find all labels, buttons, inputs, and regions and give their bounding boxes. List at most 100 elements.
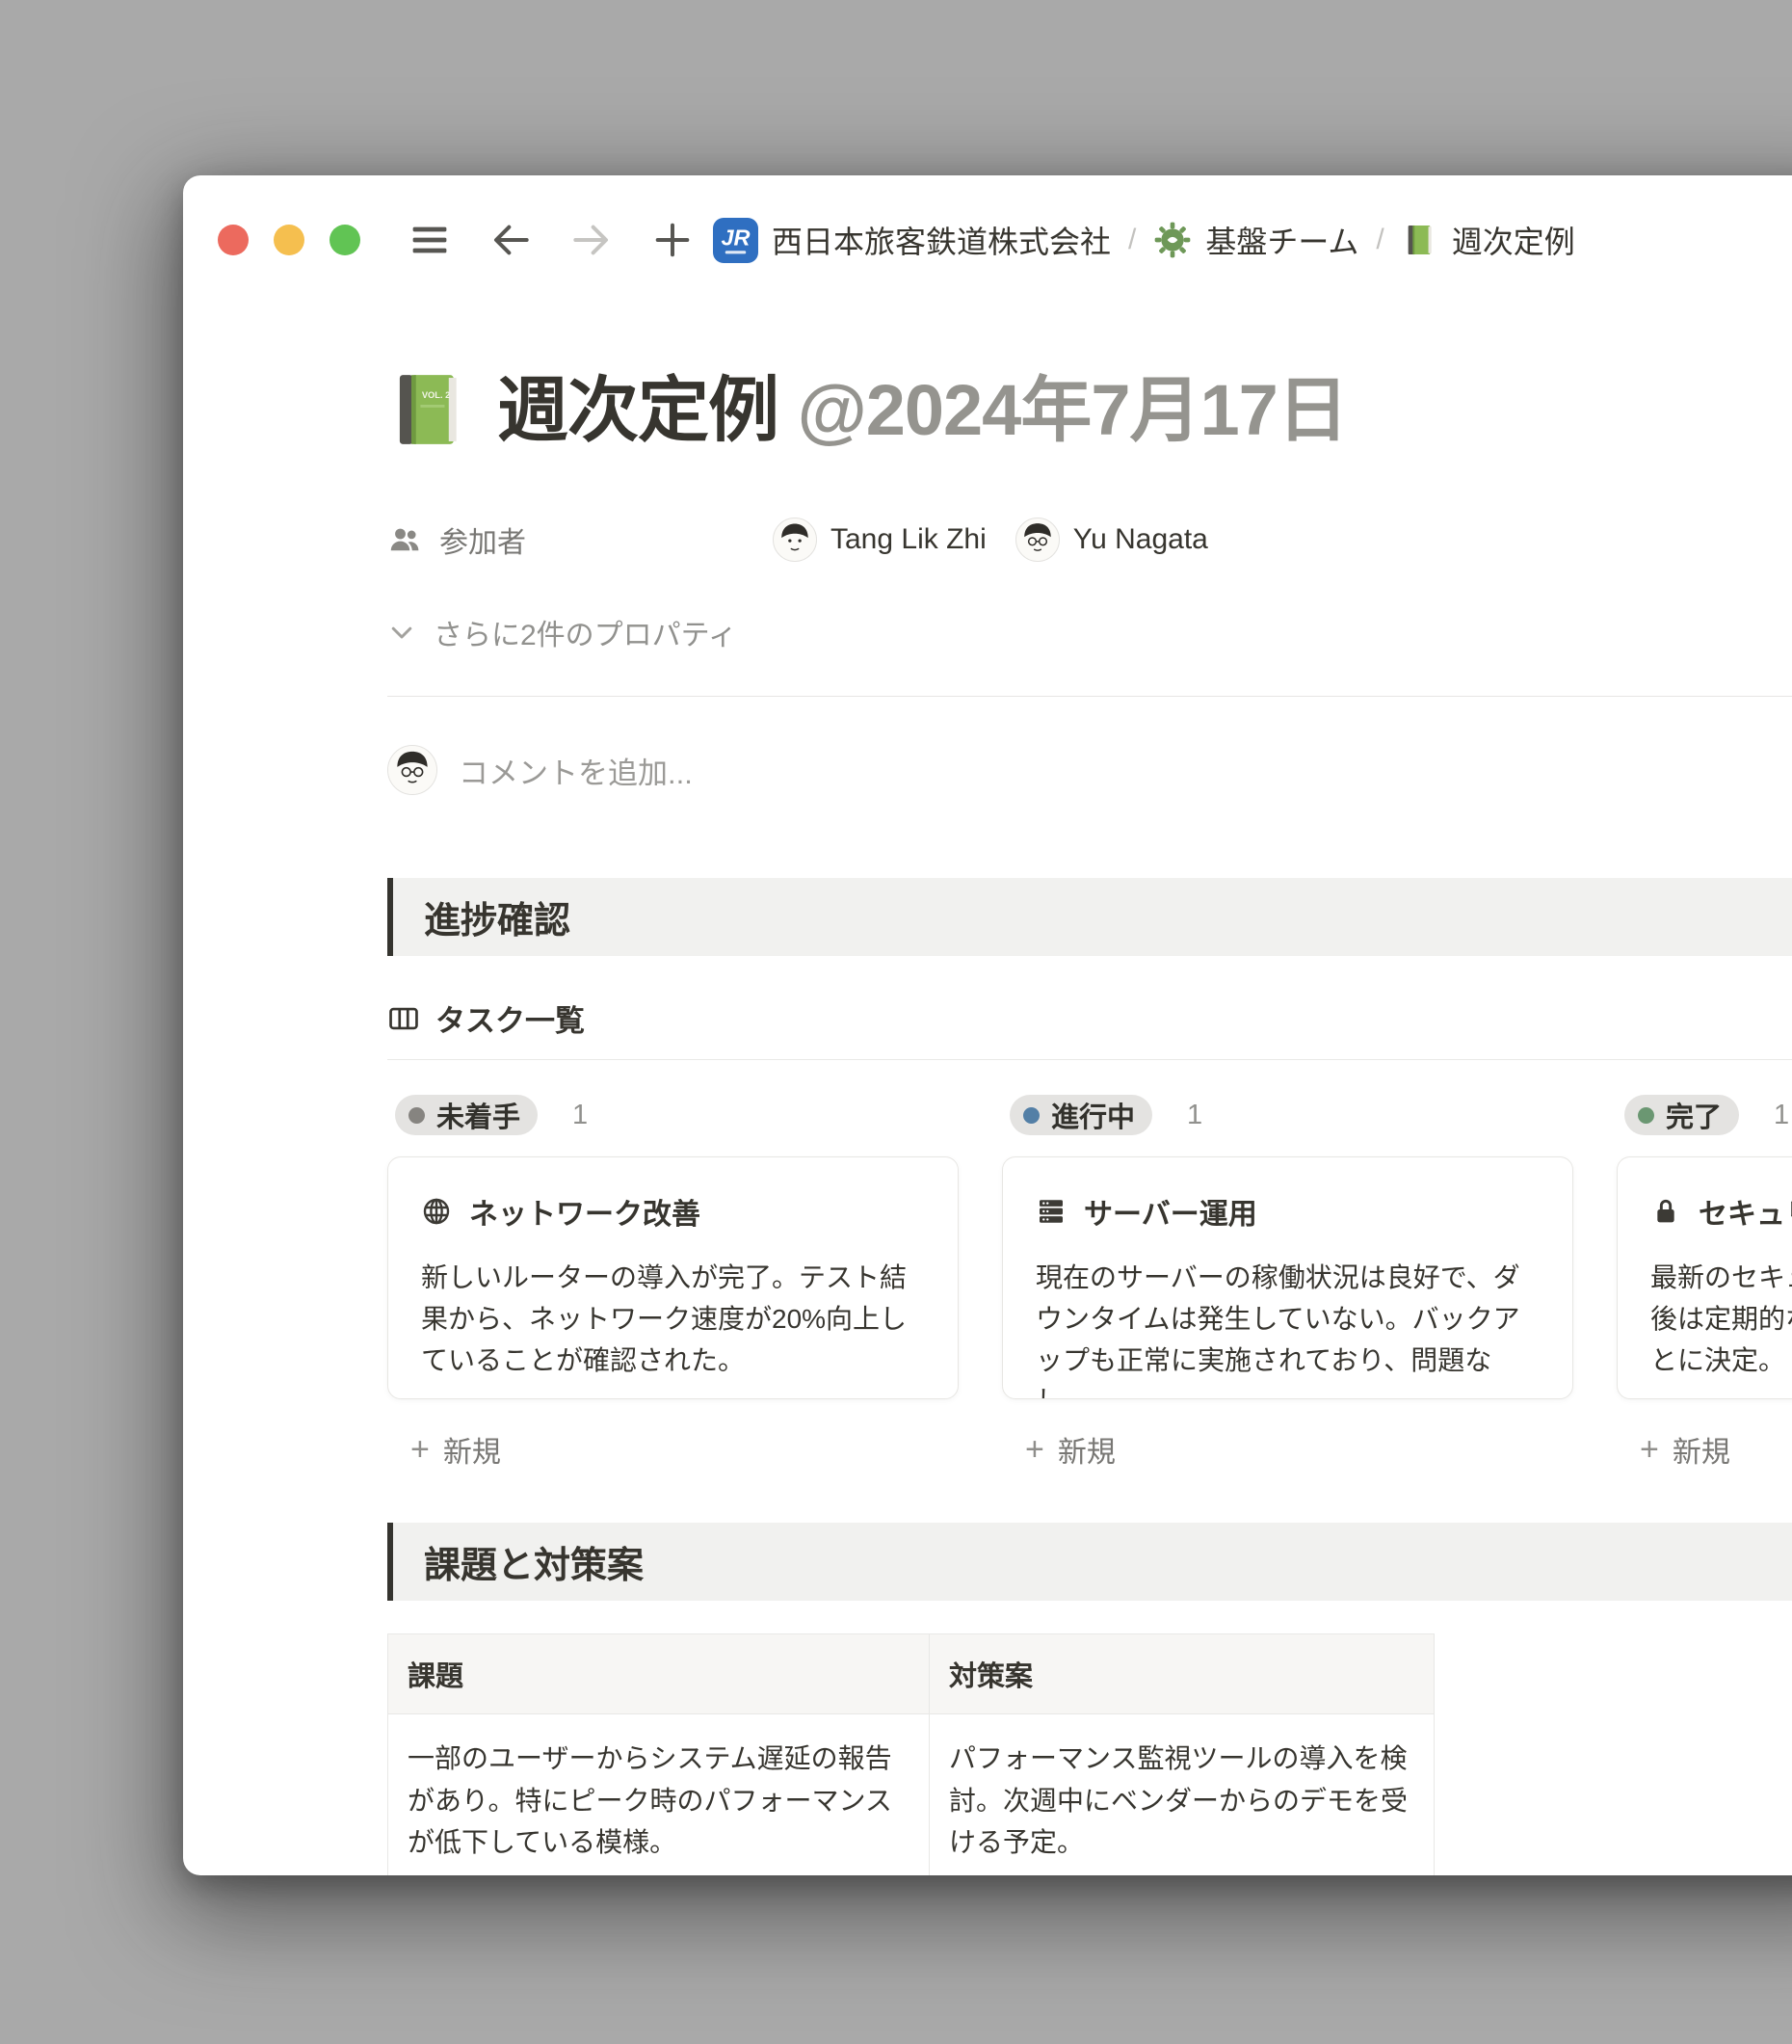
table-cell-issue[interactable]: 一部のユーザーからシステム遅延の報告があり。特にピーク時のパフォーマンスが低下し…	[388, 1714, 930, 1876]
participant-chip[interactable]: Tang Lik Zhi	[773, 518, 987, 562]
plus-icon: +	[1025, 1433, 1044, 1466]
task-card-body: 現在のサーバーの稼働状況は良好で、ダウンタイムは発生していない。バックアップも正…	[1036, 1258, 1540, 1399]
plus-icon: +	[1640, 1433, 1659, 1466]
window-toolbar: JR 西日本旅客鉄道株式会社 /	[183, 175, 1792, 262]
board-column-not-started: 未着手 1 ネットワーク改善 新しいルーターの導入が完了。テスト結果から、ネット…	[387, 1095, 959, 1471]
participants-label-text: 参加者	[439, 518, 526, 561]
task-card[interactable]: ネットワーク改善 新しいルーターの導入が完了。テスト結果から、ネットワーク速度が…	[387, 1156, 959, 1399]
page-title-date-mention[interactable]: @2024年7月17日	[798, 370, 1348, 450]
more-properties-toggle[interactable]: さらに2件のプロパティ	[387, 611, 1792, 653]
page-title[interactable]: 週次定例 @2024年7月17日	[497, 371, 1348, 451]
people-icon	[387, 522, 422, 557]
page-title-text: 週次定例	[497, 370, 778, 450]
status-pill-done[interactable]: 完了	[1624, 1095, 1739, 1135]
jr-logo-icon: JR	[713, 218, 758, 263]
new-card-button[interactable]: + 新規	[387, 1428, 959, 1471]
status-dot	[1023, 1107, 1040, 1124]
breadcrumb-team-label: 基盤チーム	[1205, 218, 1358, 262]
participant-name: Yu Nagata	[1073, 523, 1208, 556]
green-book-icon	[1402, 222, 1438, 258]
column-count: 1	[1774, 1100, 1789, 1131]
task-card[interactable]: セキュリ 最新のセキュ 後は定期的な とに決定。	[1617, 1156, 1792, 1399]
avatar	[1015, 518, 1060, 562]
table-row: 一部のユーザーからシステム遅延の報告があり。特にピーク時のパフォーマンスが低下し…	[388, 1714, 1435, 1876]
page-title-row: VOL. 2 週次定例 @2024年7月17日	[387, 368, 1792, 451]
table-header-row: 課題 対策案	[388, 1634, 1435, 1714]
add-comment-row[interactable]: コメントを追加...	[387, 745, 1792, 795]
globe-icon	[421, 1196, 452, 1227]
status-label: 未着手	[436, 1095, 520, 1135]
breadcrumb-workspace[interactable]: JR 西日本旅客鉄道株式会社	[713, 218, 1111, 263]
properties-divider	[387, 696, 1792, 697]
task-card[interactable]: サーバー運用 現在のサーバーの稼働状況は良好で、ダウンタイムは発生していない。バ…	[1002, 1156, 1573, 1399]
participant-name: Tang Lik Zhi	[830, 523, 987, 556]
board-column-in-progress: 進行中 1	[1002, 1095, 1573, 1471]
lock-icon	[1650, 1196, 1681, 1227]
section-heading-issues: 課題と対策案	[387, 1523, 1792, 1601]
new-card-label: 新規	[1673, 1428, 1730, 1471]
issues-table: 課題 対策案 一部のユーザーからシステム遅延の報告があり。特にピーク時のパフォー…	[387, 1633, 1435, 1875]
database-title: タスク一覧	[435, 996, 585, 1040]
new-card-label: 新規	[1058, 1428, 1116, 1471]
sidebar-menu-icon[interactable]	[410, 221, 449, 259]
table-header-solution[interactable]: 対策案	[930, 1634, 1435, 1714]
desktop-background: { "colors": { "traffic_red": "#ec6a5e", …	[0, 0, 1792, 2044]
table-header-issue[interactable]: 課題	[388, 1634, 930, 1714]
column-count: 1	[1187, 1100, 1202, 1131]
svg-text:VOL. 2: VOL. 2	[422, 390, 450, 400]
breadcrumb-page-label: 週次定例	[1452, 218, 1575, 262]
participants-property-label[interactable]: 参加者	[387, 518, 676, 561]
add-comment-placeholder: コメントを追加...	[459, 749, 693, 792]
gear-icon	[1153, 221, 1192, 259]
task-card-title: ネットワーク改善	[469, 1190, 700, 1233]
column-count: 1	[572, 1100, 588, 1131]
kanban-board: 未着手 1 ネットワーク改善 新しいルーターの導入が完了。テスト結果から、ネット…	[387, 1095, 1792, 1471]
database-title-row[interactable]: タスク一覧	[387, 996, 1792, 1040]
minimize-window-button[interactable]	[274, 225, 304, 255]
jr-logo-text: JR	[721, 225, 750, 250]
database-divider	[387, 1059, 1792, 1060]
server-icon	[1036, 1196, 1067, 1227]
breadcrumb-team[interactable]: 基盤チーム	[1153, 218, 1358, 262]
more-properties-label: さらに2件のプロパティ	[434, 611, 737, 653]
close-window-button[interactable]	[218, 225, 249, 255]
new-card-label: 新規	[443, 1428, 501, 1471]
zoom-window-button[interactable]	[329, 225, 360, 255]
status-pill-not-started[interactable]: 未着手	[395, 1095, 538, 1135]
breadcrumb-separator: /	[1128, 224, 1136, 256]
back-arrow-icon[interactable]	[491, 221, 530, 259]
task-card-body-line: 最新のセキュ	[1650, 1258, 1792, 1299]
participants-property-row: 参加者 Tang Lik Zhi	[387, 517, 1792, 563]
traffic-lights	[218, 225, 360, 255]
breadcrumb-separator: /	[1376, 224, 1384, 256]
new-card-button[interactable]: + 新規	[1002, 1428, 1573, 1471]
new-page-plus-icon[interactable]	[653, 221, 692, 259]
task-card-body-line: とに決定。	[1650, 1341, 1792, 1382]
status-label: 完了	[1666, 1095, 1722, 1135]
status-dot	[408, 1107, 425, 1124]
status-dot	[1638, 1107, 1654, 1124]
comment-avatar	[387, 745, 437, 795]
notion-window: JR 西日本旅客鉄道株式会社 /	[183, 175, 1792, 1875]
task-card-body: 最新のセキュ 後は定期的な とに決定。	[1650, 1258, 1792, 1381]
avatar	[773, 518, 817, 562]
participant-chip[interactable]: Yu Nagata	[1015, 518, 1208, 562]
breadcrumb: JR 西日本旅客鉄道株式会社 /	[713, 218, 1575, 263]
plus-icon: +	[410, 1433, 430, 1466]
task-card-title: サーバー運用	[1084, 1190, 1257, 1233]
task-card-body-line: 後は定期的な	[1650, 1299, 1792, 1341]
forward-arrow-icon[interactable]	[572, 221, 611, 259]
status-label: 進行中	[1051, 1095, 1135, 1135]
board-column-done: 完了 1 セキュリ 最新のセキュ 後は定期的な	[1617, 1095, 1792, 1471]
table-cell-solution[interactable]: パフォーマンス監視ツールの導入を検討。次週中にベンダーからのデモを受ける予定。	[930, 1714, 1435, 1876]
status-pill-in-progress[interactable]: 進行中	[1010, 1095, 1152, 1135]
task-card-title: セキュリ	[1699, 1190, 1792, 1233]
task-card-body: 新しいルーターの導入が完了。テスト結果から、ネットワーク速度が20%向上している…	[421, 1258, 925, 1381]
breadcrumb-page[interactable]: 週次定例	[1402, 218, 1575, 262]
new-card-button[interactable]: + 新規	[1617, 1428, 1792, 1471]
page-icon-green-book[interactable]: VOL. 2	[387, 368, 470, 451]
breadcrumb-workspace-label: 西日本旅客鉄道株式会社	[772, 218, 1111, 262]
board-view-icon	[387, 1002, 420, 1035]
chevron-down-icon	[387, 618, 416, 647]
section-heading-progress: 進捗確認	[387, 878, 1792, 956]
